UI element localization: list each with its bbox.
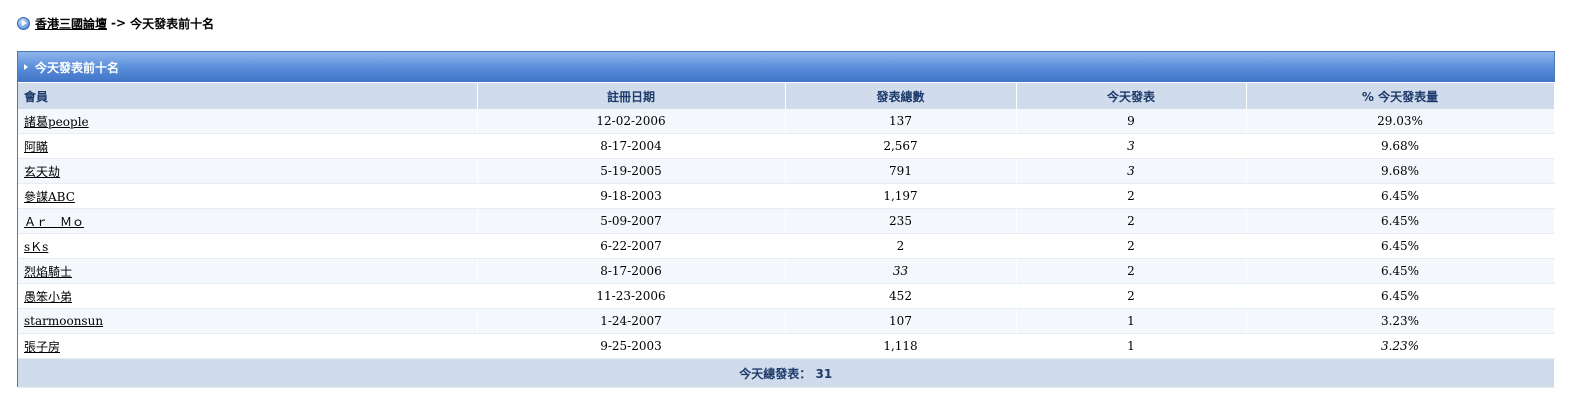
member-link[interactable]: 阿瞞	[24, 140, 48, 154]
reg-date-cell: 6-22-2007	[477, 233, 786, 259]
triangle-right-icon	[24, 64, 28, 70]
member-link[interactable]: 玄天劫	[24, 165, 60, 179]
percent-cell: 6.45%	[1246, 233, 1555, 259]
member-link[interactable]: starmoonsun	[24, 314, 103, 328]
table-row: 阿瞞 8-17-2004 2,567 3 9.68%	[18, 133, 1555, 159]
percent-cell: 6.45%	[1246, 208, 1555, 234]
reg-date-cell: 5-19-2005	[477, 158, 786, 184]
total-posts-cell: 791	[785, 158, 1017, 184]
member-cell: starmoonsun	[18, 308, 478, 334]
breadcrumb-forum-link[interactable]: 香港三國論壇	[35, 15, 107, 32]
member-link[interactable]: 烈焰騎士	[24, 265, 72, 279]
today-posts-cell: 2	[1016, 283, 1247, 309]
panel-header: 今天發表前十名	[18, 52, 1554, 82]
top-posters-panel: 今天發表前十名 會員 註冊日期 發表總數 今天發表 % 今天發表量 諸葛peop…	[17, 51, 1555, 388]
table-row: starmoonsun 1-24-2007 107 1 3.23%	[18, 308, 1555, 334]
table-row: sＫs 6-22-2007 2 2 6.45%	[18, 233, 1555, 259]
today-posts-cell: 1	[1016, 308, 1247, 334]
total-posts-cell: 137	[785, 109, 1017, 134]
percent-cell: 9.68%	[1246, 158, 1555, 184]
total-today-label: 今天總發表：	[739, 366, 812, 381]
reg-date-cell: 1-24-2007	[477, 308, 786, 334]
percent-cell: 6.45%	[1246, 283, 1555, 309]
member-cell: Ａｒ Ｍｏ	[18, 208, 478, 234]
column-header-reg-date: 註冊日期	[477, 82, 786, 109]
member-link[interactable]: 參謀ABC	[24, 190, 75, 204]
table-row: 愚笨小弟 11-23-2006 452 2 6.45%	[18, 283, 1555, 309]
total-posts-cell: 452	[785, 283, 1017, 309]
member-cell: sＫs	[18, 233, 478, 259]
table-row: 諸葛people 12-02-2006 137 9 29.03%	[18, 109, 1555, 134]
today-posts-cell: 9	[1016, 109, 1247, 134]
member-cell: 愚笨小弟	[18, 283, 478, 309]
today-posts-cell: 2	[1016, 258, 1247, 284]
member-link[interactable]: Ａｒ Ｍｏ	[24, 215, 84, 229]
total-posts-cell: 1,118	[785, 333, 1017, 359]
table-row: 張子房 9-25-2003 1,118 1 3.23%	[18, 333, 1555, 359]
total-posts-cell: 107	[785, 308, 1017, 334]
breadcrumb: 香港三國論壇 -> 今天發表前十名	[17, 14, 214, 32]
reg-date-cell: 11-23-2006	[477, 283, 786, 309]
panel-title: 今天發表前十名	[35, 60, 120, 75]
member-cell: 烈焰騎士	[18, 258, 478, 284]
table-header-row: 會員 註冊日期 發表總數 今天發表 % 今天發表量	[18, 82, 1555, 109]
column-header-today-posts: 今天發表	[1016, 82, 1247, 109]
reg-date-cell: 5-09-2007	[477, 208, 786, 234]
percent-cell: 9.68%	[1246, 133, 1555, 159]
percent-cell: 6.45%	[1246, 258, 1555, 284]
percent-cell: 3.23%	[1246, 308, 1555, 334]
total-posts-cell: 2,567	[785, 133, 1017, 159]
percent-cell: 3.23%	[1246, 333, 1555, 359]
table-row: 烈焰騎士 8-17-2006 33 2 6.45%	[18, 258, 1555, 284]
today-posts-cell: 3	[1016, 133, 1247, 159]
total-posts-cell: 1,197	[785, 183, 1017, 209]
member-cell: 阿瞞	[18, 133, 478, 159]
reg-date-cell: 12-02-2006	[477, 109, 786, 134]
member-link[interactable]: sＫs	[24, 240, 48, 254]
reg-date-cell: 9-18-2003	[477, 183, 786, 209]
today-posts-cell: 2	[1016, 233, 1247, 259]
column-header-total-posts: 發表總數	[785, 82, 1017, 109]
total-today-value: 31	[815, 366, 833, 381]
member-link[interactable]: 諸葛people	[24, 115, 89, 129]
table-row: 參謀ABC 9-18-2003 1,197 2 6.45%	[18, 183, 1555, 209]
reg-date-cell: 8-17-2006	[477, 258, 786, 284]
percent-cell: 6.45%	[1246, 183, 1555, 209]
arrow-circle-icon	[17, 16, 30, 30]
member-cell: 參謀ABC	[18, 183, 478, 209]
member-link[interactable]: 愚笨小弟	[24, 290, 72, 304]
member-cell: 張子房	[18, 333, 478, 359]
breadcrumb-separator: ->	[111, 16, 127, 30]
today-posts-cell: 3	[1016, 158, 1247, 184]
column-header-percent: % 今天發表量	[1246, 82, 1555, 109]
member-cell: 諸葛people	[18, 109, 478, 134]
member-link[interactable]: 張子房	[24, 340, 60, 354]
breadcrumb-current: 今天發表前十名	[130, 16, 215, 31]
total-posts-cell: 33	[785, 258, 1017, 284]
today-posts-cell: 2	[1016, 208, 1247, 234]
today-posts-cell: 2	[1016, 183, 1247, 209]
total-posts-cell: 2	[785, 233, 1017, 259]
percent-cell: 29.03%	[1246, 109, 1555, 134]
reg-date-cell: 8-17-2004	[477, 133, 786, 159]
top-posters-table: 會員 註冊日期 發表總數 今天發表 % 今天發表量 諸葛people 12-02…	[18, 82, 1555, 388]
table-footer-row: 今天總發表： 31	[18, 358, 1555, 388]
column-header-member: 會員	[18, 82, 478, 109]
table-row: 玄天劫 5-19-2005 791 3 9.68%	[18, 158, 1555, 184]
member-cell: 玄天劫	[18, 158, 478, 184]
total-today-cell: 今天總發表： 31	[18, 358, 1555, 388]
total-posts-cell: 235	[785, 208, 1017, 234]
today-posts-cell: 1	[1016, 333, 1247, 359]
reg-date-cell: 9-25-2003	[477, 333, 786, 359]
table-row: Ａｒ Ｍｏ 5-09-2007 235 2 6.45%	[18, 208, 1555, 234]
